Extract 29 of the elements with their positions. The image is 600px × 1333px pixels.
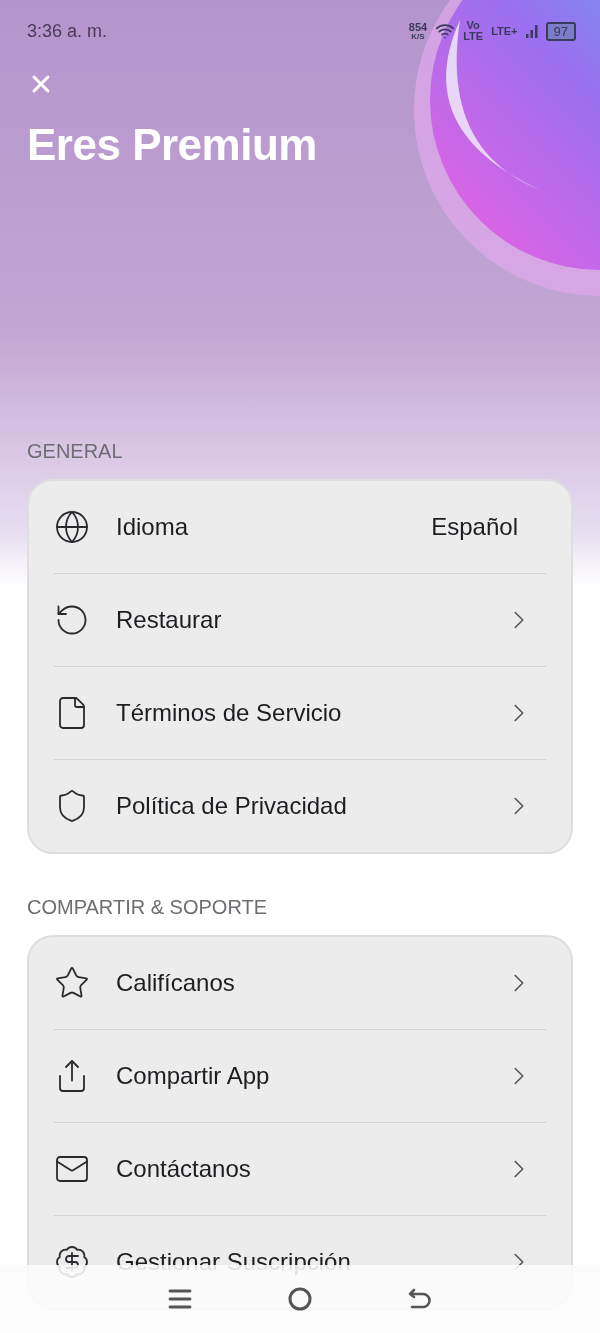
volte-indicator: Vo LTE (463, 20, 484, 42)
home-icon[interactable] (287, 1286, 313, 1312)
settings-row[interactable]: Idioma Español (54, 481, 546, 573)
row-label: Política de Privacidad (116, 792, 348, 820)
menu-icon[interactable] (167, 1287, 192, 1311)
globe-icon (54, 509, 90, 545)
settings-row[interactable]: Contáctanos (54, 1122, 546, 1215)
row-label: Gestionar Suscripción (116, 1248, 352, 1276)
row-label: Contáctanos (116, 1155, 252, 1183)
row-label: Restaurar (116, 606, 223, 634)
row-label: Califícanos (116, 969, 236, 997)
row-value: Español (431, 513, 518, 541)
row-label: Compartir App (116, 1062, 271, 1090)
settings-row[interactable]: Restaurar (54, 573, 546, 666)
settings-row[interactable]: Califícanos (54, 937, 546, 1029)
section-title: COMPARTIR & SOPORTE (27, 896, 269, 919)
network-type: LTE+ (491, 25, 518, 37)
row-label: Idioma (116, 513, 190, 541)
settings-row[interactable]: Política de Privacidad (54, 759, 546, 852)
wifi-icon (435, 21, 456, 41)
page-title: Eres Premium (27, 120, 318, 170)
settings-row[interactable]: Compartir App (54, 1029, 546, 1122)
back-icon[interactable] (408, 1287, 433, 1311)
section-title: GENERAL (27, 440, 124, 463)
signal-icon (525, 24, 538, 38)
settings-row[interactable]: Términos de Servicio (54, 666, 546, 759)
status-time: 3:36 a. m. (27, 20, 108, 42)
row-label: Términos de Servicio (116, 699, 343, 727)
network-speed: 854 K/S (408, 21, 428, 41)
